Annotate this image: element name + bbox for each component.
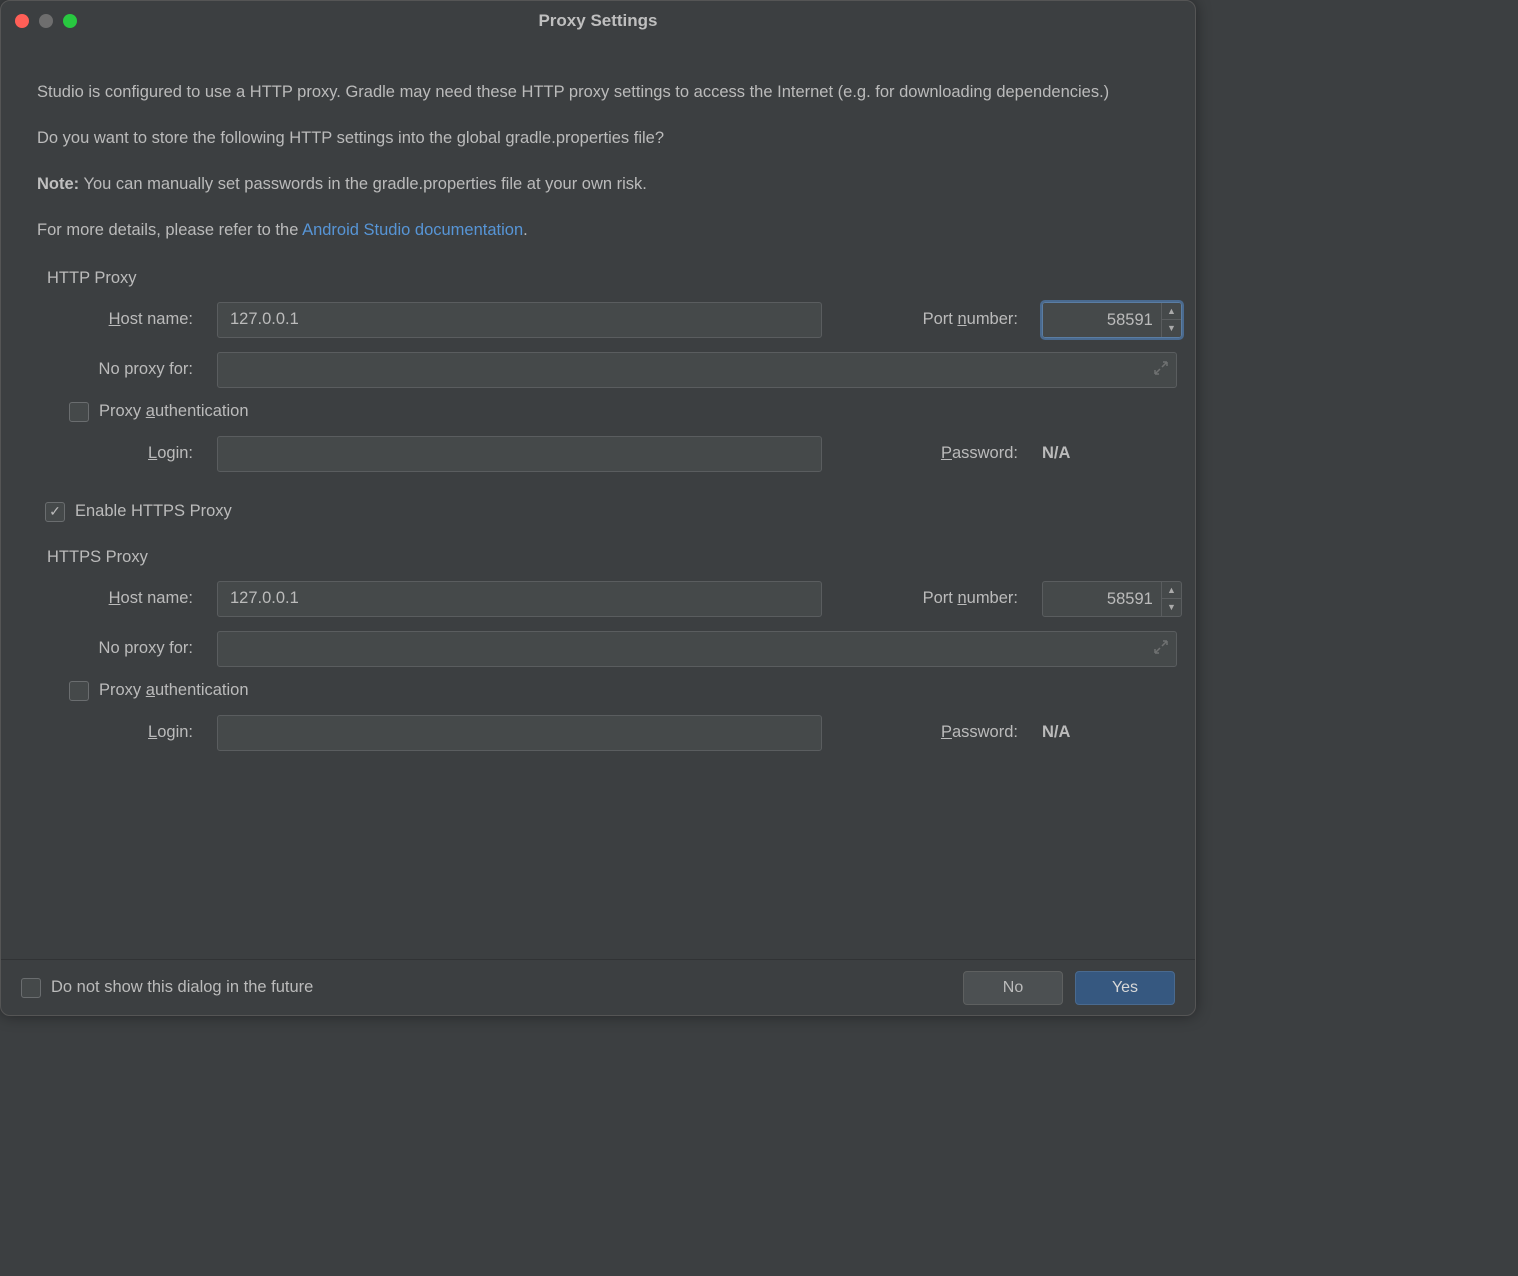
chevron-down-icon[interactable]: ▼ bbox=[1162, 320, 1181, 337]
http-password-value: N/A bbox=[1042, 444, 1207, 463]
http-port-label: Port number: bbox=[832, 310, 1032, 329]
docs-link[interactable]: Android Studio documentation bbox=[302, 221, 523, 239]
expand-icon[interactable] bbox=[1153, 639, 1169, 655]
yes-button[interactable]: Yes bbox=[1075, 971, 1175, 1005]
http-noproxy-row: No proxy for: bbox=[37, 352, 1159, 388]
https-noproxy-input[interactable] bbox=[217, 631, 1177, 667]
chevron-down-icon[interactable]: ▼ bbox=[1162, 599, 1181, 616]
https-login-input[interactable] bbox=[217, 715, 822, 751]
intro-note: Note: You can manually set passwords in … bbox=[37, 173, 1159, 197]
chevron-up-icon[interactable]: ▲ bbox=[1162, 303, 1181, 321]
http-auth-checkbox[interactable] bbox=[69, 402, 89, 422]
http-host-row: Host name: Port number: ▲ ▼ bbox=[37, 302, 1159, 338]
enable-https-label: Enable HTTPS Proxy bbox=[75, 502, 232, 521]
https-auth-checkbox[interactable] bbox=[69, 681, 89, 701]
http-port-input[interactable] bbox=[1043, 303, 1161, 339]
proxy-settings-dialog: Proxy Settings Studio is configured to u… bbox=[0, 0, 1196, 1016]
dont-show-checkbox[interactable] bbox=[21, 978, 41, 998]
https-port-label: Port number: bbox=[832, 589, 1032, 608]
http-proxy-section-title: HTTP Proxy bbox=[47, 269, 1159, 288]
titlebar: Proxy Settings bbox=[1, 1, 1195, 41]
https-host-label: Host name: bbox=[37, 589, 207, 608]
http-noproxy-label: No proxy for: bbox=[37, 360, 207, 379]
dialog-footer: Do not show this dialog in the future No… bbox=[1, 959, 1195, 1015]
https-host-row: Host name: Port number: ▲ ▼ bbox=[37, 581, 1159, 617]
https-login-row: Login: Password: N/A bbox=[37, 715, 1159, 751]
https-noproxy-label: No proxy for: bbox=[37, 639, 207, 658]
https-password-label: Password: bbox=[832, 723, 1032, 742]
https-login-label: Login: bbox=[37, 723, 207, 742]
more-a: For more details, please refer to the bbox=[37, 221, 302, 239]
dont-show-label: Do not show this dialog in the future bbox=[51, 978, 313, 997]
dont-show-row: Do not show this dialog in the future bbox=[21, 978, 313, 998]
window-title: Proxy Settings bbox=[1, 11, 1195, 31]
intro-p2: Do you want to store the following HTTP … bbox=[37, 127, 1159, 151]
http-login-row: Login: Password: N/A bbox=[37, 436, 1159, 472]
http-port-spinner[interactable]: ▲ ▼ bbox=[1042, 302, 1182, 338]
https-port-stepper[interactable]: ▲ ▼ bbox=[1161, 582, 1181, 616]
http-noproxy-input[interactable] bbox=[217, 352, 1177, 388]
https-auth-label: Proxy authentication bbox=[99, 681, 249, 700]
http-port-stepper[interactable]: ▲ ▼ bbox=[1161, 303, 1181, 337]
intro-p1: Studio is configured to use a HTTP proxy… bbox=[37, 81, 1159, 105]
note-text: You can manually set passwords in the gr… bbox=[79, 175, 647, 193]
https-port-input[interactable] bbox=[1043, 582, 1161, 618]
note-label: Note: bbox=[37, 175, 79, 193]
https-host-input[interactable] bbox=[217, 581, 822, 617]
http-auth-row: Proxy authentication bbox=[69, 402, 1159, 422]
dialog-body: Studio is configured to use a HTTP proxy… bbox=[1, 41, 1195, 751]
http-login-input[interactable] bbox=[217, 436, 822, 472]
enable-https-checkbox[interactable] bbox=[45, 502, 65, 522]
expand-icon[interactable] bbox=[1153, 360, 1169, 376]
more-b: . bbox=[523, 221, 528, 239]
https-auth-row: Proxy authentication bbox=[69, 681, 1159, 701]
https-password-value: N/A bbox=[1042, 723, 1207, 742]
intro-more: For more details, please refer to the An… bbox=[37, 219, 1159, 243]
no-button[interactable]: No bbox=[963, 971, 1063, 1005]
enable-https-row: Enable HTTPS Proxy bbox=[45, 502, 1159, 522]
https-proxy-section-title: HTTPS Proxy bbox=[47, 548, 1159, 567]
chevron-up-icon[interactable]: ▲ bbox=[1162, 582, 1181, 600]
http-login-label: Login: bbox=[37, 444, 207, 463]
http-password-label: Password: bbox=[832, 444, 1032, 463]
https-noproxy-row: No proxy for: bbox=[37, 631, 1159, 667]
http-host-input[interactable] bbox=[217, 302, 822, 338]
https-port-spinner[interactable]: ▲ ▼ bbox=[1042, 581, 1182, 617]
http-host-label: Host name: bbox=[37, 310, 207, 329]
http-auth-label: Proxy authentication bbox=[99, 402, 249, 421]
